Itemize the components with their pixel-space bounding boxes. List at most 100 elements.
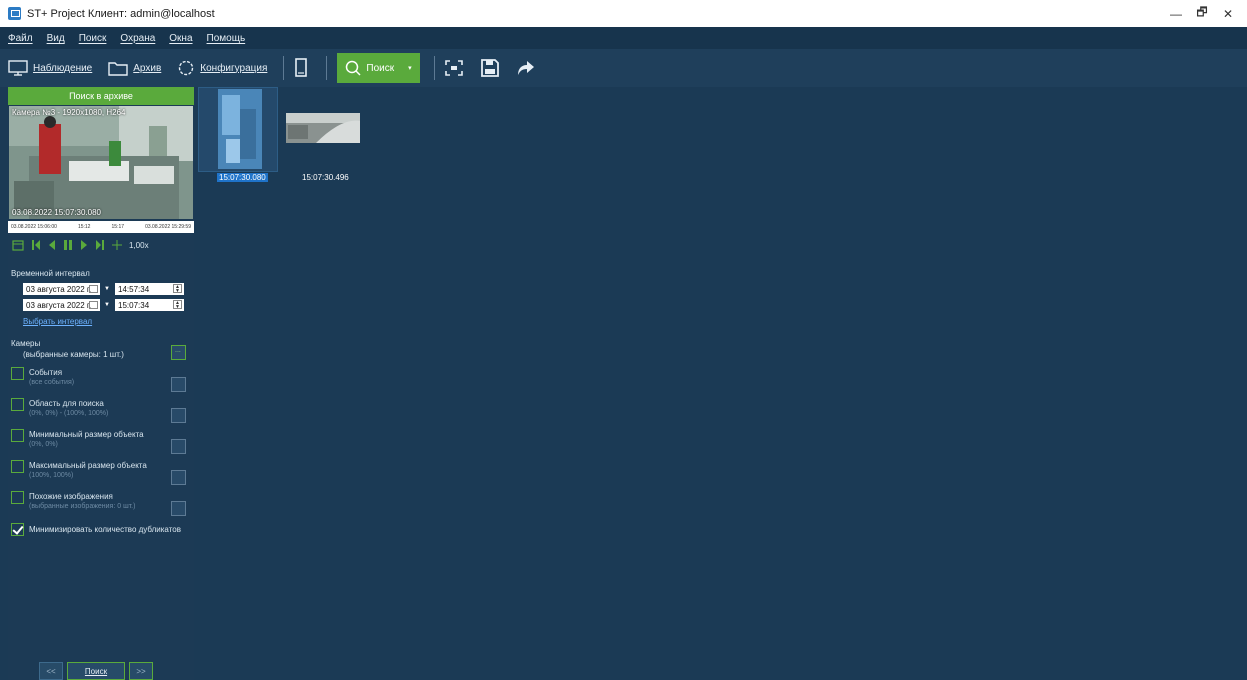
save-icon [480, 59, 499, 77]
archive-label: Архив [133, 62, 162, 74]
to-row: 03 августа 2022 г. ▼ 15:07:34 ▲ ▼ [23, 299, 184, 311]
folder-icon [108, 61, 128, 76]
from-date-field[interactable]: 03 августа 2022 г. [23, 283, 100, 295]
interval-label: Временной интервал [11, 269, 90, 278]
minimize-button[interactable]: — [1163, 0, 1189, 27]
events-label: События [29, 368, 63, 377]
choose-interval-link[interactable]: Выбрать интервал [23, 317, 92, 326]
search-button[interactable]: Поиск [67, 662, 125, 680]
pause-icon[interactable] [63, 239, 73, 251]
similar-images-select-button[interactable] [171, 501, 186, 516]
to-date-value: 03 августа 2022 г. [26, 300, 92, 310]
to-date-field[interactable]: 03 августа 2022 г. [23, 299, 100, 311]
video-preview[interactable]: Камера №3 - 1920x1080, H264 03.08.2022 1… [9, 106, 193, 219]
chevron-down-icon[interactable]: ▼ [104, 283, 111, 295]
toolbar-divider [283, 56, 285, 80]
result-thumbnail [218, 89, 262, 169]
calendar-icon[interactable] [12, 239, 24, 251]
configuration-label: Конфигурация [200, 62, 268, 74]
search-results: 15:07:30.080 15:07:30.496 [196, 87, 1247, 680]
menu-help[interactable]: Помощь [207, 33, 246, 44]
menu-file[interactable]: Файл [8, 33, 33, 44]
min-size-sub: (0%, 0%) [29, 441, 58, 448]
result-time: 15:07:30.080 [217, 173, 268, 182]
next-page-button[interactable]: >> [129, 662, 153, 680]
window-title: ST+ Project Клиент: admin@localhost [27, 7, 215, 20]
configuration-button[interactable]: Конфигурация [177, 53, 267, 83]
toolbar: Наблюдение Архив Конфигурация Поиск ▾ [0, 49, 1247, 87]
similar-images-checkbox[interactable] [11, 491, 24, 504]
events-checkbox[interactable] [11, 367, 24, 380]
events-select-button[interactable] [171, 377, 186, 392]
min-size-select-button[interactable] [171, 439, 186, 454]
save-button[interactable] [480, 59, 499, 77]
chevron-down-icon[interactable]: ▼ [104, 299, 111, 311]
tablet-icon [295, 58, 308, 77]
cameras-select-button[interactable] [171, 345, 186, 360]
monitor-icon [8, 60, 28, 76]
min-size-checkbox[interactable] [11, 429, 24, 442]
toolbar-divider [433, 56, 435, 80]
minimize-duplicates-checkbox[interactable] [11, 523, 24, 536]
camera-frame-image [9, 106, 193, 219]
video-caption: Камера №3 - 1920x1080, H264 [12, 108, 126, 117]
result-time: 15:07:30.496 [302, 173, 349, 182]
speed-value: 1,00x [129, 240, 149, 250]
timeline[interactable]: 03.08.2022 15:06:00 15:12 15:17 03.08.20… [8, 221, 194, 233]
step-back-icon[interactable] [48, 239, 56, 251]
monitoring-label: Наблюдение [33, 62, 93, 74]
similar-images-label: Похожие изображения [29, 492, 113, 501]
close-button[interactable]: ✕ [1215, 0, 1241, 27]
to-time-value: 15:07:34 [118, 300, 150, 310]
from-row: 03 августа 2022 г. ▼ 14:57:34 ▲ ▼ [23, 283, 184, 295]
restore-button[interactable]: 🗗 [1189, 0, 1215, 27]
menu-view[interactable]: Вид [47, 33, 65, 44]
play-icon[interactable] [80, 239, 88, 251]
skip-end-icon[interactable] [95, 239, 105, 251]
export-button[interactable] [517, 60, 535, 76]
spinner-icon[interactable]: ▲ ▼ [173, 284, 182, 294]
archive-button[interactable]: Архив [108, 53, 161, 83]
search-mode-button[interactable]: Поиск ▾ [337, 53, 420, 83]
search-area-select-button[interactable] [171, 408, 186, 423]
cameras-sub: (выбранные камеры: 1 шт.) [23, 350, 124, 359]
speed-icon[interactable] [112, 239, 122, 251]
from-time-value: 14:57:34 [118, 284, 150, 294]
archive-search-panel: Поиск в архиве Камера №3 - 1920x1080, H2… [8, 87, 194, 680]
menu-security[interactable]: Охрана [120, 33, 155, 44]
events-sub: (все события) [29, 379, 75, 386]
from-time-field[interactable]: 14:57:34 ▲ ▼ [115, 283, 184, 295]
result-thumbnail [286, 113, 360, 143]
skip-start-icon[interactable] [31, 239, 41, 251]
video-timestamp: 03.08.2022 15:07:30.080 [12, 208, 101, 217]
to-time-field[interactable]: 15:07:34 ▲ ▼ [115, 299, 184, 311]
max-size-sub: (100%, 100%) [29, 472, 74, 479]
max-size-label: Максимальный размер объекта [29, 461, 147, 470]
monitoring-button[interactable]: Наблюдение [8, 53, 92, 83]
search-area-sub: (0%, 0%) - (100%, 100%) [29, 410, 109, 417]
calendar-icon[interactable] [89, 285, 98, 293]
bottom-nav: << Поиск >> [39, 662, 153, 680]
menu-windows[interactable]: Окна [169, 33, 192, 44]
search-mode-label: Поиск [366, 62, 395, 74]
timeline-end: 03.08.2022 15:29:59 [145, 224, 191, 230]
title-bar: ST+ Project Клиент: admin@localhost — 🗗 … [0, 0, 1247, 27]
layout-button[interactable] [294, 58, 308, 78]
fullscreen-icon [444, 60, 463, 76]
timeline-start: 03.08.2022 15:06:00 [11, 224, 57, 230]
cameras-label: Камеры [11, 339, 41, 348]
window-controls: — 🗗 ✕ [1163, 0, 1241, 27]
calendar-icon[interactable] [89, 301, 98, 309]
spinner-icon[interactable]: ▲ ▼ [173, 300, 182, 310]
prev-page-button[interactable]: << [39, 662, 63, 680]
search-area-checkbox[interactable] [11, 398, 24, 411]
menu-bar: Файл Вид Поиск Охрана Окна Помощь [0, 27, 1247, 49]
max-size-checkbox[interactable] [11, 460, 24, 473]
app-icon [8, 7, 21, 20]
panel-header: Поиск в архиве [8, 87, 194, 105]
from-date-value: 03 августа 2022 г. [26, 284, 92, 294]
fullscreen-button[interactable] [444, 60, 463, 76]
max-size-select-button[interactable] [171, 470, 186, 485]
min-size-label: Минимальный размер объекта [29, 430, 144, 439]
menu-search[interactable]: Поиск [79, 33, 107, 44]
